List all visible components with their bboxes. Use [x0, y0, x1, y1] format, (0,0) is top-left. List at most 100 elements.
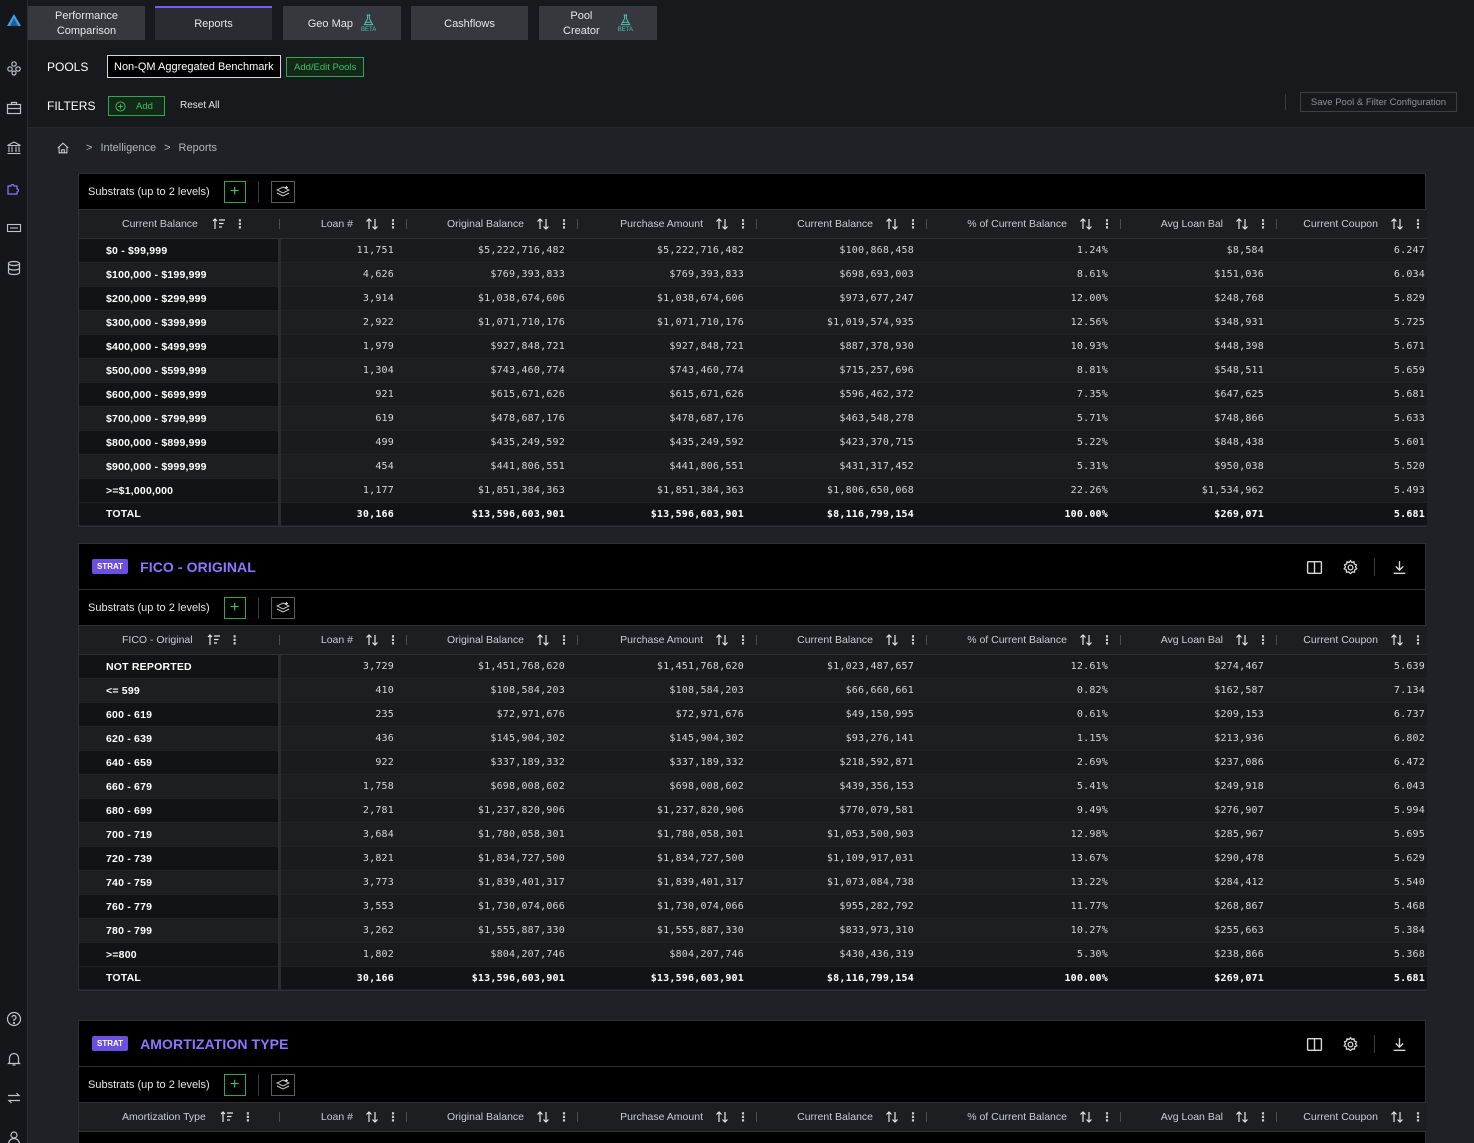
column-header[interactable]: Original Balance ⋮ — [406, 1103, 577, 1132]
column-header[interactable]: Avg Loan Bal ⋮ — [1120, 626, 1276, 655]
tab-reports[interactable]: Reports — [155, 6, 272, 40]
sort-icon[interactable] — [885, 218, 899, 230]
sort-icon[interactable] — [1390, 634, 1404, 646]
tab-performance-comparison[interactable]: Performance Comparison — [28, 6, 145, 40]
add-substrat-button[interactable]: + — [223, 180, 246, 203]
table-row[interactable]: 680 - 699 2,781 $1,237,820,906 $1,237,820,9… — [79, 798, 1427, 823]
column-header[interactable]: Original Balance ⋮ — [406, 210, 577, 239]
columns-icon[interactable] — [1304, 557, 1324, 577]
kebab-menu-icon[interactable]: ⋮ — [737, 633, 749, 647]
kebab-menu-icon[interactable]: ⋮ — [558, 217, 570, 231]
kebab-menu-icon[interactable]: ⋮ — [558, 633, 570, 647]
tab-geo-map[interactable]: Geo Map BETA — [283, 6, 401, 40]
layers-icon[interactable] — [270, 1073, 295, 1096]
sort-icon[interactable] — [536, 634, 550, 646]
column-header[interactable]: Current Coupon ⋮ — [1276, 210, 1427, 239]
kebab-menu-icon[interactable]: ⋮ — [1101, 1110, 1113, 1124]
kebab-menu-icon[interactable]: ⋮ — [907, 217, 919, 231]
sort-icon[interactable] — [1079, 218, 1093, 230]
breadcrumb-reports[interactable]: Reports — [179, 142, 218, 154]
kebab-menu-icon[interactable]: ⋮ — [242, 1110, 254, 1124]
briefcase-icon[interactable] — [4, 98, 24, 118]
kebab-menu-icon[interactable]: ⋮ — [387, 1110, 399, 1124]
kebab-menu-icon[interactable]: ⋮ — [234, 217, 246, 231]
table-row[interactable]: $400,000 - $499,999 1,979 $927,848,721 $927… — [79, 334, 1427, 359]
column-header[interactable]: % of Current Balance ⋮ — [926, 210, 1120, 239]
kebab-menu-icon[interactable]: ⋮ — [387, 633, 399, 647]
table-row[interactable]: >=$1,000,000 1,177 $1,851,384,363 $1,851,38… — [79, 478, 1427, 503]
sort-icon[interactable] — [212, 218, 226, 230]
sort-icon[interactable] — [1235, 218, 1249, 230]
table-row[interactable]: $500,000 - $599,999 1,304 $743,460,774 $743… — [79, 358, 1427, 383]
ticket-icon[interactable] — [4, 218, 24, 238]
kebab-menu-icon[interactable]: ⋮ — [387, 217, 399, 231]
home-icon[interactable] — [56, 141, 70, 155]
sort-icon[interactable] — [220, 1111, 234, 1123]
column-header[interactable]: Current Balance ⋮ — [756, 1103, 926, 1132]
columns-icon[interactable] — [1304, 1034, 1324, 1054]
table-row[interactable]: 600 - 619 235 $72,971,676 $72,971,676 $49,15… — [79, 702, 1427, 727]
tab-cashflows[interactable]: Cashflows — [411, 6, 528, 40]
column-header[interactable]: Avg Loan Bal ⋮ — [1120, 1103, 1276, 1132]
gear-icon[interactable] — [1340, 557, 1360, 577]
sort-icon[interactable] — [1235, 634, 1249, 646]
column-header[interactable]: Amortization Type ⋮ — [79, 1103, 279, 1132]
kebab-menu-icon[interactable]: ⋮ — [907, 633, 919, 647]
sort-icon[interactable] — [885, 634, 899, 646]
bell-icon[interactable] — [4, 1049, 24, 1069]
swap-icon[interactable] — [4, 1088, 24, 1108]
table-row[interactable]: NOT REPORTED 3,729 $1,451,768,620 $1,451,76… — [79, 654, 1427, 679]
sort-icon[interactable] — [715, 218, 729, 230]
add-substrat-button[interactable]: + — [223, 596, 246, 619]
kebab-menu-icon[interactable]: ⋮ — [1257, 1110, 1269, 1124]
column-header[interactable]: Purchase Amount ⋮ — [577, 1103, 756, 1132]
puzzle-icon[interactable] — [4, 178, 24, 198]
column-header[interactable]: % of Current Balance ⋮ — [926, 1103, 1120, 1132]
column-header[interactable]: Loan # ⋮ — [279, 626, 406, 655]
sort-icon[interactable] — [885, 1111, 899, 1123]
table-row[interactable]: 620 - 639 436 $145,904,302 $145,904,302 $93,… — [79, 726, 1427, 751]
sort-icon[interactable] — [1235, 1111, 1249, 1123]
kebab-menu-icon[interactable]: ⋮ — [1257, 217, 1269, 231]
sort-icon[interactable] — [1390, 218, 1404, 230]
total-row[interactable]: TOTAL 30,166 $13,596,603,901 $13,596,603,90… — [79, 966, 1427, 990]
table-row[interactable]: $600,000 - $699,999 921 $615,671,626 $615,6… — [79, 382, 1427, 407]
table-row[interactable]: 760 - 779 3,553 $1,730,074,066 $1,730,074,0… — [79, 894, 1427, 919]
column-header[interactable]: Current Balance ⋮ — [756, 210, 926, 239]
kebab-menu-icon[interactable]: ⋮ — [737, 217, 749, 231]
breadcrumb-intelligence[interactable]: Intelligence — [100, 142, 156, 154]
sort-icon[interactable] — [536, 218, 550, 230]
table-row[interactable]: <= 599 410 $108,584,203 $108,584,203 $66,660… — [79, 678, 1427, 703]
kebab-menu-icon[interactable]: ⋮ — [1412, 633, 1424, 647]
kebab-menu-icon[interactable]: ⋮ — [1412, 217, 1424, 231]
download-icon[interactable] — [1389, 1034, 1409, 1054]
column-header[interactable]: Original Balance ⋮ — [406, 626, 577, 655]
add-edit-pools-button[interactable]: Add/Edit Pools — [286, 57, 365, 77]
table-row[interactable]: 660 - 679 1,758 $698,008,602 $698,008,602 $4… — [79, 774, 1427, 799]
table-row[interactable]: 720 - 739 3,821 $1,834,727,500 $1,834,727,5… — [79, 846, 1427, 871]
network-icon[interactable] — [4, 58, 24, 78]
table-row[interactable]: 700 - 719 3,684 $1,780,058,301 $1,780,058,3… — [79, 822, 1427, 847]
column-header[interactable]: Current Coupon ⋮ — [1276, 626, 1427, 655]
help-icon[interactable] — [4, 1009, 24, 1029]
table-row[interactable]: 780 - 799 3,262 $1,555,887,330 $1,555,887,3… — [79, 918, 1427, 943]
column-header[interactable]: Current Coupon ⋮ — [1276, 1103, 1427, 1132]
tab-pool-creator[interactable]: Pool Creator BETA — [539, 6, 657, 40]
column-header[interactable]: Loan # ⋮ — [279, 1103, 406, 1132]
column-header[interactable]: Current Balance ⋮ — [756, 626, 926, 655]
bank-icon[interactable] — [4, 138, 24, 158]
sort-icon[interactable] — [715, 1111, 729, 1123]
table-row[interactable]: $0 - $99,999 11,751 $5,222,716,482 $5,222,7… — [79, 238, 1427, 263]
table-row[interactable]: 640 - 659 922 $337,189,332 $337,189,332 $218… — [79, 750, 1427, 775]
kebab-menu-icon[interactable]: ⋮ — [1101, 217, 1113, 231]
layers-icon[interactable] — [270, 596, 295, 619]
gear-icon[interactable] — [1340, 1034, 1360, 1054]
total-row[interactable]: TOTAL 30,166 $13,596,603,901 $13,596,603,90… — [79, 502, 1427, 526]
kebab-menu-icon[interactable]: ⋮ — [558, 1110, 570, 1124]
column-header[interactable]: Purchase Amount ⋮ — [577, 210, 756, 239]
kebab-menu-icon[interactable]: ⋮ — [1412, 1110, 1424, 1124]
table-row[interactable]: >=800 1,802 $804,207,746 $804,207,746 $430,4… — [79, 942, 1427, 967]
kebab-menu-icon[interactable]: ⋮ — [907, 1110, 919, 1124]
user-icon[interactable] — [4, 1128, 24, 1143]
sort-icon[interactable] — [365, 1111, 379, 1123]
